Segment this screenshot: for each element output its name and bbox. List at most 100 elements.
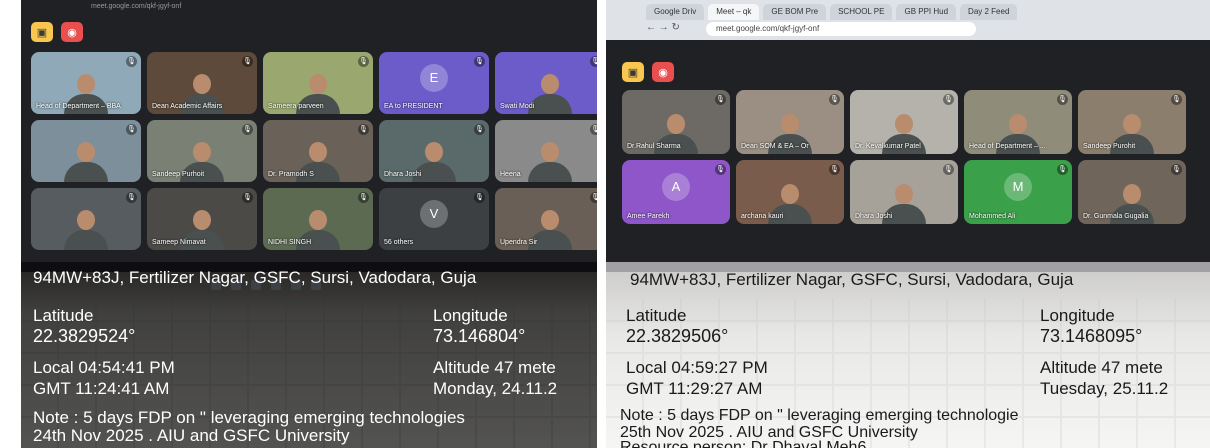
- participant-tile[interactable]: 🎙 Sandeep Purohit: [1078, 90, 1186, 154]
- mic-muted-icon: 🎙: [943, 164, 954, 175]
- participant-name: Dr. Kevalkumar Patel: [855, 143, 921, 150]
- participant-tile[interactable]: M 🎙 Mohammed Ali: [964, 160, 1072, 224]
- chat-icon[interactable]: ▣: [622, 62, 644, 82]
- participant-name: Head of Department – BBA: [36, 103, 121, 110]
- participant-tile[interactable]: 🎙 Upendra Sir: [495, 188, 597, 250]
- participant-tile[interactable]: 🎙 Head of Department – BBA: [31, 52, 141, 114]
- nav-arrows-icon[interactable]: ← → ↻: [646, 22, 680, 33]
- browser-tab[interactable]: Day 2 Feed: [960, 4, 1018, 20]
- browser-tab[interactable]: Google Driv: [646, 4, 705, 20]
- mic-muted-icon: 🎙: [829, 164, 840, 175]
- participant-tile[interactable]: 🎙 NIDHI SINGH: [263, 188, 373, 250]
- note-line-3: Resource person: Dr Dhaval Meh6: [620, 439, 867, 448]
- participant-name: Mohammed Ali: [969, 213, 1016, 220]
- participant-grid: 🎙 Dr.Rahul Sharma 🎙 Dean SOM & EA – Or 🎙 Dr. …: [622, 90, 1186, 224]
- mic-muted-icon: 🎙: [358, 192, 369, 203]
- browser-chrome: Google Driv Meet – qk GE BOM Pre SCHOOL PE G…: [606, 0, 1210, 40]
- participant-tile[interactable]: 🎙 Dhara Joshi: [379, 120, 489, 182]
- browser-tab[interactable]: Meet – qk: [708, 4, 760, 20]
- mic-muted-icon: 🎙: [242, 192, 253, 203]
- mic-muted-icon: 🎙: [242, 124, 253, 135]
- participant-tile[interactable]: 🎙 Dean SOM & EA – Or: [736, 90, 844, 154]
- participant-tile[interactable]: A 🎙 Amee Parekh: [622, 160, 730, 224]
- address-bar[interactable]: meet.google.com/qkf-jgyf-onf: [706, 22, 976, 36]
- participant-tile[interactable]: 🎙 Dr. Pramodh S: [263, 120, 373, 182]
- participant-tile[interactable]: 🎙 Dhara Joshi: [850, 160, 958, 224]
- mic-muted-icon: 🎙: [715, 164, 726, 175]
- participant-video: [528, 72, 572, 114]
- participant-tile[interactable]: 🎙 Dr. Kevalkumar Patel: [850, 90, 958, 154]
- participant-tile[interactable]: E 🎙 EA to PRESIDENT: [379, 52, 489, 114]
- avatar: E: [420, 64, 448, 93]
- participant-tile[interactable]: 🎙: [31, 120, 141, 182]
- latitude-value: 22.3829506°: [626, 326, 729, 346]
- participant-name: Sandeep Purohit: [1083, 143, 1136, 150]
- participant-name: Sameera parveen: [268, 103, 324, 110]
- address: 94MW+83J, Fertilizer Nagar, GSFC, Sursi,…: [630, 270, 1074, 289]
- participant-video: [64, 140, 108, 182]
- participant-name: 56 others: [384, 239, 414, 246]
- meet-controls: ▣ ◉: [31, 22, 83, 42]
- mic-muted-icon: 🎙: [715, 94, 726, 105]
- mic-muted-icon: 🎙: [829, 94, 840, 105]
- laptop-screen: meet.google.com/qkf-jgyf-onf ▣ ◉ 🎙 Head o…: [21, 0, 597, 272]
- mic-muted-icon: 🎙: [358, 124, 369, 135]
- participant-name: Dhara Joshi: [384, 171, 422, 178]
- altitude: Altitude 47 mete: [1040, 358, 1163, 377]
- mic-muted-icon: 🎙: [126, 192, 137, 203]
- participant-tile[interactable]: 🎙: [31, 188, 141, 250]
- participant-name: Swati Modi: [500, 103, 535, 110]
- note-line-2: 24th Nov 2025 . AIU and GSFC University: [33, 426, 350, 445]
- mic-muted-icon: 🎙: [1171, 164, 1182, 175]
- note-line-1: Note : 5 days FDP on " leveraging emergi…: [33, 408, 465, 427]
- participant-tile[interactable]: 🎙 archana kauri: [736, 160, 844, 224]
- participant-name: Dr. Pramodh S: [268, 171, 314, 178]
- mic-muted-icon: 🎙: [242, 56, 253, 67]
- participant-tile[interactable]: 🎙 Sameep Nimavat: [147, 188, 257, 250]
- geo-caption: 94MW+83J, Fertilizer Nagar, GSFC, Sursi,…: [21, 262, 597, 448]
- latitude-label: Latitude: [33, 306, 94, 325]
- mic-muted-icon: 🎙: [1171, 94, 1182, 105]
- record-icon[interactable]: ◉: [652, 62, 674, 82]
- participant-tile[interactable]: 🎙 Sandeep Purhoit: [147, 120, 257, 182]
- record-icon[interactable]: ◉: [61, 22, 83, 42]
- mic-muted-icon: 🎙: [1057, 164, 1068, 175]
- participant-tile[interactable]: 🎙 Head of Department – ...: [964, 90, 1072, 154]
- date: Monday, 24.11.2: [433, 379, 558, 398]
- participant-name: Dhara Joshi: [855, 213, 893, 220]
- participant-tile[interactable]: 🎙 Dr.Rahul Sharma: [622, 90, 730, 154]
- browser-tab[interactable]: GE BOM Pre: [763, 4, 827, 20]
- participant-video: [528, 140, 572, 182]
- longitude-value: 73.146804°: [433, 326, 526, 346]
- longitude-label: Longitude: [1040, 306, 1115, 325]
- participant-tile[interactable]: V 🎙 56 others: [379, 188, 489, 250]
- address: 94MW+83J, Fertilizer Nagar, GSFC, Sursi,…: [33, 268, 477, 287]
- gmt-time: GMT 11:24:41 AM: [33, 379, 170, 398]
- participant-name: Dr.Rahul Sharma: [627, 143, 681, 150]
- date: Tuesday, 25.11.2: [1040, 379, 1169, 398]
- chat-icon[interactable]: ▣: [31, 22, 53, 42]
- local-time: Local 04:59:27 PM: [626, 358, 768, 377]
- browser-tab[interactable]: SCHOOL PE: [830, 4, 893, 20]
- participant-tile[interactable]: 🎙 Dean Academic Affairs: [147, 52, 257, 114]
- participant-name: Amee Parekh: [627, 213, 670, 220]
- meet-controls: ▣ ◉: [622, 62, 674, 82]
- gmt-time: GMT 11:29:27 AM: [626, 379, 763, 398]
- mic-muted-icon: 🎙: [474, 56, 485, 67]
- participant-name: Sameep Nimavat: [152, 239, 206, 246]
- participant-tile[interactable]: 🎙 Swati Modi: [495, 52, 597, 114]
- avatar: M: [1004, 172, 1032, 201]
- participant-name: Dean Academic Affairs: [152, 103, 223, 110]
- longitude-label: Longitude: [433, 306, 508, 325]
- participant-tile[interactable]: 🎙 Sameera parveen: [263, 52, 373, 114]
- participant-name: Head of Department – ...: [969, 143, 1046, 150]
- participant-tile[interactable]: 🎙 Dr. Gunmala Gugalia: [1078, 160, 1186, 224]
- participant-tile[interactable]: 🎙 Heena: [495, 120, 597, 182]
- url-text: meet.google.com/qkf-jgyf-onf: [91, 3, 182, 10]
- note-line-1: Note : 5 days FDP on " leveraging emergi…: [620, 407, 1019, 424]
- participant-grid: 🎙 Head of Department – BBA 🎙 Dean Academic …: [31, 52, 597, 250]
- mic-muted-icon: 🎙: [474, 192, 485, 203]
- browser-tab[interactable]: GB PPI Hud: [896, 4, 957, 20]
- mic-muted-icon: 🎙: [1057, 94, 1068, 105]
- participant-name: Heena: [500, 171, 521, 178]
